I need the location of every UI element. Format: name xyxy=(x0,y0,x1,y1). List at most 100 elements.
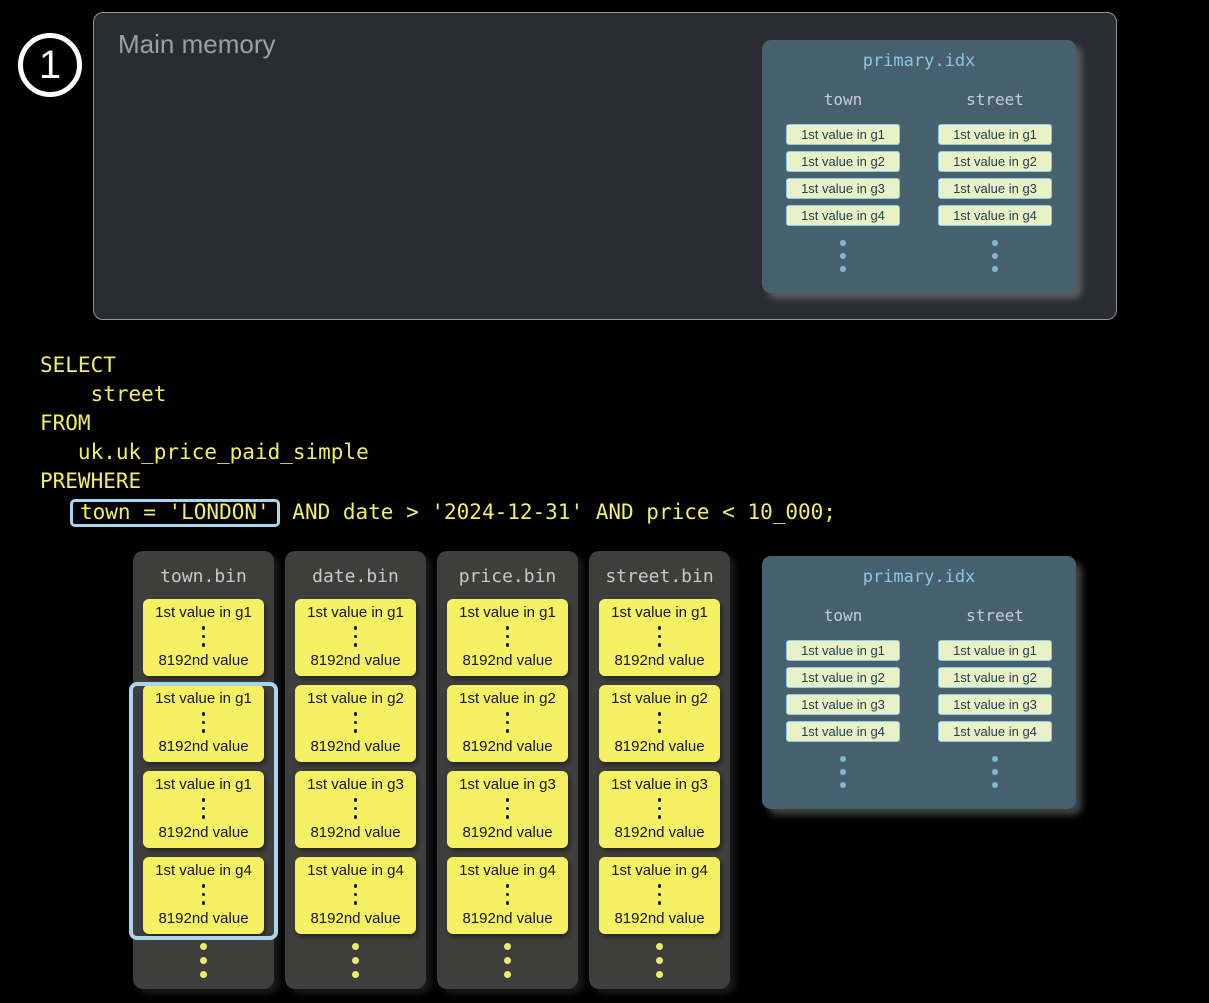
sql-line-street: street xyxy=(40,380,836,409)
idx-entry: 1st value in g3 xyxy=(786,178,900,199)
granule-ellipsis-icon xyxy=(658,884,662,905)
granule-ellipsis-icon xyxy=(354,884,358,905)
granule-first-value: 1st value in g3 xyxy=(611,776,708,793)
idx-entry: 1st value in g4 xyxy=(786,205,900,226)
granule-ellipsis-icon xyxy=(354,626,358,647)
granule-first-value: 1st value in g1 xyxy=(307,604,404,621)
granule-block: 1st value in g2 8192nd value xyxy=(599,685,720,762)
granule-last-value: 8192nd value xyxy=(614,738,704,755)
granule-ellipsis-icon xyxy=(202,798,206,819)
granule-first-value: 1st value in g4 xyxy=(459,862,556,879)
granule-last-value: 8192nd value xyxy=(462,652,552,669)
granule-first-value: 1st value in g3 xyxy=(459,776,556,793)
idx-entry: 1st value in g1 xyxy=(938,124,1052,145)
granule-block: 1st value in g2 8192nd value xyxy=(447,685,568,762)
granule-ellipsis-icon xyxy=(506,712,510,733)
primary-idx-title: primary.idx xyxy=(762,567,1076,587)
idx-entry: 1st value in g3 xyxy=(786,694,900,715)
granule-last-value: 8192nd value xyxy=(614,652,704,669)
granule-ellipsis-icon xyxy=(506,884,510,905)
granule-first-value: 1st value in g2 xyxy=(459,690,556,707)
granule-block: 1st value in g1 8192nd value xyxy=(143,599,264,676)
granule-block: 1st value in g2 8192nd value xyxy=(295,685,416,762)
granule-block: 1st value in g1 8192nd value xyxy=(447,599,568,676)
primary-idx-panel-memory: primary.idx town 1st value in g1 1st val… xyxy=(762,40,1076,293)
idx-entry: 1st value in g1 xyxy=(938,640,1052,661)
diagram-canvas: 1 Main memory primary.idx town 1st value… xyxy=(0,0,1209,1003)
granule-block: 1st value in g4 8192nd value xyxy=(143,857,264,934)
idx-column-street: street 1st value in g1 1st value in g2 1… xyxy=(938,606,1052,788)
prewhere-town-highlight: town = 'LONDON' xyxy=(70,499,280,527)
idx-entry: 1st value in g3 xyxy=(938,694,1052,715)
idx-column-header: street xyxy=(966,606,1024,625)
granule-last-value: 8192nd value xyxy=(614,910,704,927)
idx-column-header: town xyxy=(824,606,863,625)
ellipsis-dots-icon xyxy=(840,756,846,788)
sql-line-prewhere: PREWHERE xyxy=(40,467,836,496)
sql-line-from: FROM xyxy=(40,409,836,438)
granule-block: 1st value in g4 8192nd value xyxy=(599,857,720,934)
main-memory-panel: Main memory primary.idx town 1st value i… xyxy=(93,12,1117,320)
granule-first-value: 1st value in g1 xyxy=(459,604,556,621)
granule-ellipsis-icon xyxy=(202,712,206,733)
granule-list: 1st value in g1 8192nd value 1st value i… xyxy=(285,599,426,934)
granule-first-value: 1st value in g1 xyxy=(155,604,252,621)
granule-block: 1st value in g4 8192nd value xyxy=(447,857,568,934)
granule-first-value: 1st value in g1 xyxy=(155,690,252,707)
ellipsis-dots-icon xyxy=(840,240,846,272)
granule-last-value: 8192nd value xyxy=(310,652,400,669)
granule-block: 1st value in g1 8192nd value xyxy=(143,771,264,848)
idx-column-header: town xyxy=(824,90,863,109)
granule-block: 1st value in g1 8192nd value xyxy=(143,685,264,762)
idx-entry: 1st value in g2 xyxy=(786,151,900,172)
ellipsis-dots-icon xyxy=(285,943,426,978)
granule-first-value: 1st value in g4 xyxy=(611,862,708,879)
granule-first-value: 1st value in g4 xyxy=(307,862,404,879)
bin-title: street.bin xyxy=(589,566,730,587)
idx-entry: 1st value in g4 xyxy=(938,205,1052,226)
bin-title: date.bin xyxy=(285,566,426,587)
granule-ellipsis-icon xyxy=(658,712,662,733)
idx-column-town: town 1st value in g1 1st value in g2 1st… xyxy=(786,90,900,272)
granule-first-value: 1st value in g4 xyxy=(155,862,252,879)
step-number: 1 xyxy=(39,43,61,88)
granule-first-value: 1st value in g2 xyxy=(307,690,404,707)
primary-idx-panel-disk: primary.idx town 1st value in g1 1st val… xyxy=(762,556,1076,809)
granule-last-value: 8192nd value xyxy=(158,738,248,755)
granule-list: 1st value in g1 8192nd value 1st value i… xyxy=(133,599,274,934)
granule-ellipsis-icon xyxy=(506,798,510,819)
sql-query: SELECT street FROM uk.uk_price_paid_simp… xyxy=(40,351,836,529)
granule-last-value: 8192nd value xyxy=(310,824,400,841)
granule-last-value: 8192nd value xyxy=(158,824,248,841)
granule-last-value: 8192nd value xyxy=(462,910,552,927)
ellipsis-dots-icon xyxy=(133,943,274,978)
idx-entry: 1st value in g2 xyxy=(786,667,900,688)
granule-last-value: 8192nd value xyxy=(614,824,704,841)
idx-entry: 1st value in g2 xyxy=(938,151,1052,172)
sql-line-select: SELECT xyxy=(40,351,836,380)
granule-last-value: 8192nd value xyxy=(158,910,248,927)
idx-entry: 1st value in g2 xyxy=(938,667,1052,688)
primary-idx-columns: town 1st value in g1 1st value in g2 1st… xyxy=(762,606,1076,788)
primary-idx-columns: town 1st value in g1 1st value in g2 1st… xyxy=(762,90,1076,272)
granule-ellipsis-icon xyxy=(354,712,358,733)
ellipsis-dots-icon xyxy=(992,240,998,272)
granule-ellipsis-icon xyxy=(658,626,662,647)
bin-column-date: date.bin 1st value in g1 8192nd value 1s… xyxy=(285,551,426,989)
sql-predicates-rest: AND date > '2024-12-31' AND price < 10_0… xyxy=(280,498,836,527)
idx-entry: 1st value in g1 xyxy=(786,640,900,661)
granule-ellipsis-icon xyxy=(506,626,510,647)
ellipsis-dots-icon xyxy=(437,943,578,978)
granule-last-value: 8192nd value xyxy=(462,738,552,755)
ellipsis-dots-icon xyxy=(992,756,998,788)
granule-block: 1st value in g1 8192nd value xyxy=(295,599,416,676)
bin-column-town: town.bin 1st value in g1 8192nd value 1s… xyxy=(133,551,274,989)
granule-block: 1st value in g3 8192nd value xyxy=(599,771,720,848)
granule-ellipsis-icon xyxy=(354,798,358,819)
step-1-badge: 1 xyxy=(18,33,82,97)
granule-ellipsis-icon xyxy=(658,798,662,819)
granule-last-value: 8192nd value xyxy=(462,824,552,841)
granule-block: 1st value in g4 8192nd value xyxy=(295,857,416,934)
granule-first-value: 1st value in g1 xyxy=(611,604,708,621)
granule-ellipsis-icon xyxy=(202,626,206,647)
